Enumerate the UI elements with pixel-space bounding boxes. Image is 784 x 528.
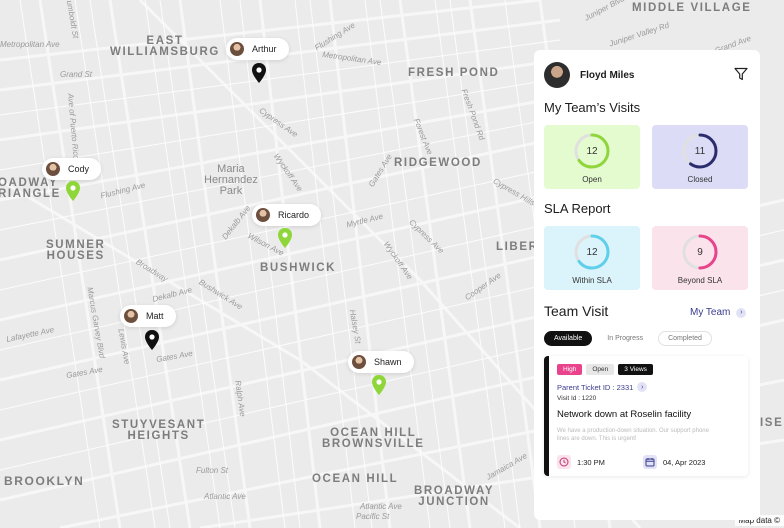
tab-in-progress[interactable]: In Progress xyxy=(598,331,652,346)
street-label: Atlantic Ave xyxy=(360,502,402,511)
ticket-title: Network down at Roselin facility xyxy=(557,409,692,420)
avatar xyxy=(544,62,570,88)
avatar xyxy=(256,208,270,222)
priority-badge: High xyxy=(557,364,583,375)
parent-ticket-link[interactable]: Parent Ticket ID : 2331 › xyxy=(557,382,748,392)
area-label: BUSHWICK xyxy=(260,262,337,274)
park-label: Maria Hernandez Park xyxy=(204,163,258,197)
chevron-right-icon: › xyxy=(736,307,747,318)
map-pin-icon[interactable] xyxy=(144,330,160,350)
street-label: Atlantic Ave xyxy=(204,492,246,501)
my-team-visits-title: My Team’s Visits xyxy=(544,100,641,115)
closed-visits-card[interactable]: 11 Closed xyxy=(652,125,748,189)
my-team-link[interactable]: My Team › xyxy=(690,307,747,318)
status-badge: Open xyxy=(586,364,615,375)
area-label: LIBER xyxy=(496,241,539,253)
area-label: OADWAY RIANGLE xyxy=(0,177,61,200)
avatar xyxy=(230,42,244,56)
area-label: BROOKLYN xyxy=(4,474,85,488)
area-label: RIDGEWOOD xyxy=(394,157,482,169)
avatar xyxy=(352,355,366,369)
sla-report-title: SLA Report xyxy=(544,201,611,216)
tab-available[interactable]: Available xyxy=(544,331,593,346)
ticket-description: We have a production-down situation. Our… xyxy=(557,428,709,442)
area-label: ISEM xyxy=(760,417,784,429)
parent-ticket-id: Parent Ticket ID : 2331 xyxy=(557,382,634,392)
within-sla-card[interactable]: 12 Within SLA xyxy=(544,226,640,290)
user-name: Floyd Miles xyxy=(580,69,635,81)
open-count: 12 xyxy=(586,145,598,157)
my-team-label: My Team xyxy=(690,307,731,318)
within-sla-label: Within SLA xyxy=(572,276,612,285)
map-pin-icon[interactable] xyxy=(251,63,267,83)
person-name: Cody xyxy=(68,164,90,174)
visit-id: Visit Id : 1220 xyxy=(557,395,597,402)
person-chip-arthur[interactable]: Arthur xyxy=(226,38,289,60)
beyond-sla-label: Beyond SLA xyxy=(677,276,723,285)
map-pin-icon[interactable] xyxy=(65,181,81,201)
area-label: EAST WILLIAMSBURG xyxy=(110,35,220,58)
person-chip-matt[interactable]: Matt xyxy=(120,305,176,327)
street-label: Pacific St xyxy=(356,512,390,521)
visit-status-tabs: Available In Progress Completed xyxy=(544,331,712,346)
person-chip-ricardo[interactable]: Ricardo xyxy=(252,204,322,226)
map-pin-icon[interactable] xyxy=(371,375,387,395)
area-label: FRESH POND xyxy=(408,67,500,79)
clock-icon xyxy=(557,455,571,469)
filter-icon[interactable] xyxy=(734,67,748,81)
street-label: Fulton St xyxy=(196,466,229,475)
area-label: MIDDLE VILLAGE xyxy=(632,2,752,14)
area-label: OCEAN HILL xyxy=(312,473,399,485)
avatar xyxy=(124,309,138,323)
person-chip-cody[interactable]: Cody xyxy=(42,158,102,180)
beyond-sla-count: 9 xyxy=(697,246,703,258)
team-visit-title: Team Visit xyxy=(544,303,609,319)
street-label: Metropolitan Ave xyxy=(0,40,60,49)
open-label: Open xyxy=(582,175,602,184)
chevron-right-icon: › xyxy=(637,382,648,392)
street-label: Grand St xyxy=(60,70,93,79)
avatar xyxy=(46,162,60,176)
person-name: Arthur xyxy=(252,44,277,54)
area-label: STUYVESANT HEIGHTS xyxy=(112,419,206,442)
closed-count: 11 xyxy=(694,145,706,157)
within-sla-count: 12 xyxy=(586,246,598,258)
area-label: SUMNER HOUSES xyxy=(46,239,106,262)
views-badge: 3 Views xyxy=(618,364,653,375)
open-visits-card[interactable]: 12 Open xyxy=(544,125,640,189)
closed-label: Closed xyxy=(687,175,713,184)
calendar-icon xyxy=(642,455,657,469)
person-name: Shawn xyxy=(374,357,402,367)
person-name: Matt xyxy=(146,311,164,321)
person-name: Ricardo xyxy=(278,210,310,220)
area-label: OCEAN HILL BROWNSVILLE xyxy=(322,427,425,450)
tab-completed[interactable]: Completed xyxy=(658,331,712,346)
area-label: BROADWAY JUNCTION xyxy=(414,485,495,508)
person-chip-shawn[interactable]: Shawn xyxy=(348,351,414,373)
ticket-card[interactable]: High Open 3 Views Parent Ticket ID : 233… xyxy=(544,356,748,476)
beyond-sla-card[interactable]: 9 Beyond SLA xyxy=(652,226,748,290)
team-visits-panel: Floyd Miles My Team’s Visits 12 Open 11 … xyxy=(534,50,760,520)
ticket-time: 1:30 PM xyxy=(577,457,605,467)
user-profile[interactable]: Floyd Miles xyxy=(544,62,634,88)
map-pin-icon[interactable] xyxy=(277,228,293,248)
ticket-date: 04, Apr 2023 xyxy=(662,457,706,467)
